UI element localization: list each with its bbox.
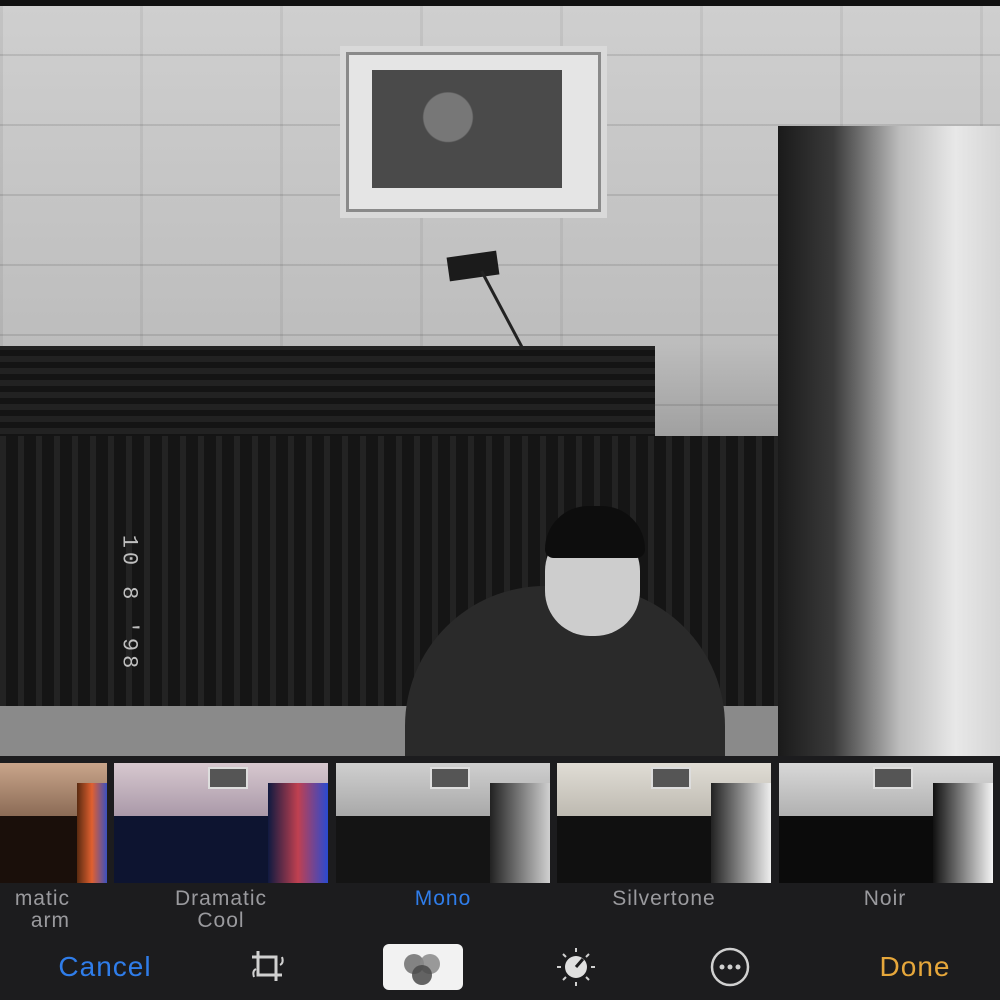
filter-label-dramatic-cool[interactable]: Dramatic Cool — [116, 888, 326, 932]
photo-preview: 10 8 '98 — [0, 6, 1000, 756]
filter-label-line1: matic — [14, 887, 70, 910]
filter-thumb-mono[interactable] — [336, 763, 550, 883]
filter-label-line1: Noir — [863, 887, 907, 910]
filter-label-silvertone[interactable]: Silvertone — [559, 888, 769, 910]
filters-icon — [404, 954, 440, 985]
filter-label-mono[interactable]: Mono — [338, 888, 548, 910]
thumb-curtain — [77, 783, 107, 883]
curtain — [778, 126, 1000, 756]
acoustic-panel-upper — [0, 346, 655, 446]
filters-button[interactable] — [383, 944, 463, 990]
done-button[interactable]: Done — [855, 944, 975, 990]
filter-thumb-silvertone[interactable] — [557, 763, 771, 883]
smiling-person — [405, 506, 725, 756]
cancel-button[interactable]: Cancel — [30, 944, 180, 990]
thumb-curtain — [268, 783, 328, 883]
filter-label-line2: arm — [30, 909, 70, 932]
filter-label-line2: Cool — [197, 909, 245, 932]
filter-thumb-noir[interactable] — [779, 763, 993, 883]
filter-label-line1: Silvertone — [612, 887, 716, 910]
thumb-curtain — [711, 783, 771, 883]
framed-portrait — [372, 70, 562, 188]
adjust-button[interactable] — [546, 944, 606, 990]
thumb-curtain — [933, 783, 993, 883]
filter-thumb-dramatic-cool[interactable] — [114, 763, 328, 883]
crop-rotate-button[interactable] — [238, 944, 298, 990]
wall-picture-frame — [340, 46, 607, 218]
date-stamp: 10 8 '98 — [116, 534, 142, 673]
thumb-frame — [208, 767, 249, 789]
adjust-dial-icon — [557, 948, 595, 986]
more-button[interactable] — [700, 944, 760, 990]
filter-label-line1: Dramatic — [174, 887, 267, 910]
thumb-frame — [873, 767, 914, 789]
thumb-frame — [651, 767, 692, 789]
crop-rotate-icon — [252, 951, 284, 981]
filter-label-line1: Mono — [414, 887, 472, 910]
more-icon — [710, 947, 750, 987]
thumb-curtain — [490, 783, 550, 883]
filter-label-dramatic-warm[interactable]: matic arm — [0, 888, 70, 932]
beanie — [545, 506, 645, 558]
filter-label-noir[interactable]: Noir — [780, 888, 990, 910]
filter-thumb-dramatic-warm[interactable] — [0, 763, 107, 883]
thumb-frame — [430, 767, 471, 789]
